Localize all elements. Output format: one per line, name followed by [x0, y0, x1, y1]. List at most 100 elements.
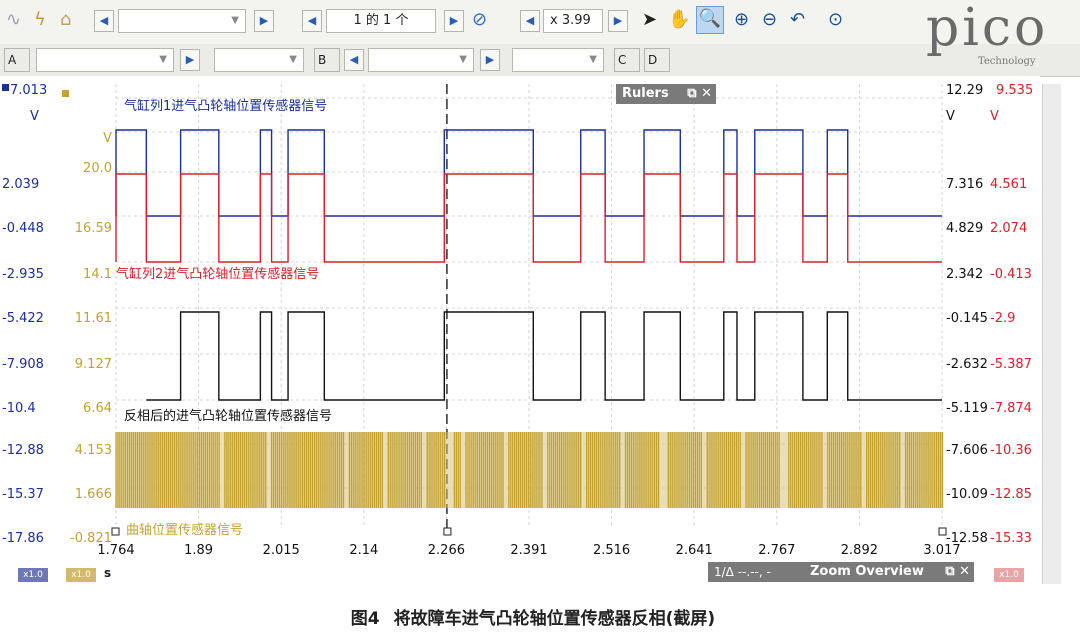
channel-b-range[interactable]: ▼ [368, 48, 474, 72]
chevron-down-icon: ▼ [289, 54, 297, 65]
channel-b-coupling[interactable]: ▼ [512, 48, 604, 72]
zoom-select-icon[interactable]: 🔍 [696, 6, 724, 34]
home-icon[interactable]: ⌂ [60, 8, 71, 32]
x-axis-tick-label: 2.015 [263, 543, 300, 558]
left-axis-tick-label: 4.153 [75, 443, 112, 458]
hand-icon[interactable]: ✋ [668, 8, 690, 32]
pico-logo: pico Technology [898, 0, 1074, 72]
right-axis-tick-label: -10.36 [990, 443, 1032, 458]
ruler-readout: 1/Δ --.--, - [708, 562, 804, 582]
prev-buffer-button[interactable]: ◀ [94, 10, 114, 32]
rulers-window[interactable]: Rulers ⧉ ✕ [616, 84, 716, 104]
undo-zoom-icon[interactable]: ↶ [790, 8, 805, 32]
logo-subtitle: Technology [978, 56, 1036, 67]
logo-wordmark: pico [926, 0, 1049, 58]
right-axis-tick-label: V [990, 109, 999, 124]
channel-a-next-button[interactable]: ▶ [180, 49, 200, 71]
zoom-overview-window[interactable]: Zoom Overview ⧉ ✕ [804, 562, 974, 582]
right-axis-tick-label: -5.119 [946, 401, 988, 416]
scale-r-badge[interactable]: x1.0 [994, 568, 1024, 582]
right-axis-tick-label: -2.632 [946, 357, 988, 372]
next-buffer-button[interactable]: ▶ [254, 10, 274, 32]
left-axis-tick-label: -17.86 [2, 531, 44, 546]
scale-b-badge[interactable]: x1.0 [66, 568, 96, 582]
left-axis-tick-label: -2.935 [2, 267, 44, 282]
zoom-out-icon[interactable]: ⊖ [762, 8, 777, 32]
channel-a-range[interactable]: ▼ [36, 48, 174, 72]
right-axis-tick-label: -2.9 [990, 311, 1015, 326]
x-axis-tick-label: 2.391 [510, 543, 547, 558]
left-axis-tick-label: V [30, 109, 39, 124]
right-axis-tick-label: V [946, 109, 955, 124]
left-axis-tick-label: 1.666 [75, 487, 112, 502]
buffer-select[interactable]: ▼ [118, 9, 246, 33]
left-axis-tick-label: 14.1 [83, 267, 112, 282]
zoom-out-step-button[interactable]: ◀ [520, 10, 540, 32]
channel-a-marker [2, 84, 9, 91]
zoom-overview-title: Zoom Overview [810, 564, 924, 579]
left-axis-tick-label: -15.37 [2, 487, 44, 502]
window-controls-icon[interactable]: ⧉ ✕ [945, 562, 970, 582]
left-axis-tick-label: 6.64 [83, 401, 112, 416]
zoom-100-icon[interactable]: ⊙ [828, 8, 843, 32]
page-indicator: 1 的 1 个 [326, 9, 436, 33]
window-controls-icon[interactable]: ⧉ ✕ [687, 84, 712, 104]
left-axis-tick-label: -5.422 [2, 311, 44, 326]
right-axis-tick-label: -15.33 [990, 531, 1032, 546]
x-axis-tick-label: 2.767 [758, 543, 795, 558]
right-axis-tick-label: 2.074 [990, 221, 1027, 236]
left-axis-tick-label: 20.0 [83, 161, 112, 176]
right-axis-tick-label: -5.387 [990, 357, 1032, 372]
right-axis-tick-label: 9.535 [996, 83, 1033, 98]
blue-series-label: 气缸列1进气凸轮轴位置传感器信号 [124, 98, 327, 114]
x-axis-tick-label: 3.017 [923, 543, 960, 558]
pointer-icon[interactable]: ➤ [642, 8, 657, 32]
x-axis-tick-label: 2.516 [593, 543, 630, 558]
zoom-in-icon[interactable]: ⊕ [734, 8, 749, 32]
x-axis-tick-label: 2.266 [428, 543, 465, 558]
left-axis-tick-label: -0.448 [2, 221, 44, 236]
right-axis-tick-label: 2.342 [946, 267, 983, 282]
vertical-scrollbar[interactable] [1042, 84, 1061, 584]
scale-a-badge[interactable]: x1.0 [18, 568, 48, 582]
right-axis-tick-label: -10.09 [946, 487, 988, 502]
right-axis-tick-label: -0.413 [990, 267, 1032, 282]
black-series-label: 反相后的进气凸轮轴位置传感器信号 [124, 408, 332, 424]
chevron-down-icon: ▼ [459, 54, 467, 65]
x-axis-tick-label: 2.892 [841, 543, 878, 558]
channel-c-button[interactable]: C [614, 48, 640, 72]
prev-page-button[interactable]: ◀ [302, 10, 322, 32]
x-axis-tick-label: 1.89 [184, 543, 213, 558]
oscilloscope-view[interactable]: 7.013 V 2.039 -0.448 -2.935 -5.422 -7.908 -10.4… [0, 76, 1080, 596]
channel-b-button[interactable]: B [314, 48, 340, 72]
time-unit-label: s [104, 566, 112, 580]
channel-d-button[interactable]: D [644, 48, 670, 72]
zoom-in-step-button[interactable]: ▶ [608, 10, 628, 32]
next-page-button[interactable]: ▶ [444, 10, 464, 32]
right-axis-tick-label: 7.316 [946, 177, 983, 192]
right-axis-tick-label: -7.606 [946, 443, 988, 458]
right-axis-tick-label: -12.85 [990, 487, 1032, 502]
left-axis-tick-label: -10.4 [2, 401, 36, 416]
x-axis-tick-label: 2.14 [349, 543, 378, 558]
channel-b-next-button[interactable]: ▶ [480, 49, 500, 71]
right-axis-tick-label: -0.145 [946, 311, 988, 326]
left-axis-tick-label: 11.61 [75, 311, 112, 326]
channel-a-coupling[interactable]: ▼ [214, 48, 304, 72]
chevron-down-icon: ▼ [231, 15, 239, 26]
chevron-down-icon: ▼ [589, 54, 597, 65]
figure-caption: 图4 将故障车进气凸轮轴位置传感器反相(截屏) [0, 604, 1080, 629]
chevron-down-icon: ▼ [159, 54, 167, 65]
left-axis-tick-label: -12.88 [2, 443, 44, 458]
scope-mode-icon[interactable]: ∿ [6, 8, 21, 32]
right-axis-tick-label: 4.829 [946, 221, 983, 236]
left-axis-tick-label: 7.013 [10, 83, 47, 98]
zoom-factor: x 3.99 [543, 9, 603, 33]
channel-a-button[interactable]: A [4, 48, 30, 72]
compass-icon[interactable]: ⊘ [472, 8, 487, 32]
trigger-icon[interactable]: ϟ [34, 8, 46, 32]
channel-b-prev-button[interactable]: ◀ [344, 49, 364, 71]
channel-b-marker [62, 90, 69, 97]
right-axis-tick-label: 4.561 [990, 177, 1027, 192]
red-series-label: 气缸列2进气凸轮轴位置传感器信号 [116, 266, 319, 282]
